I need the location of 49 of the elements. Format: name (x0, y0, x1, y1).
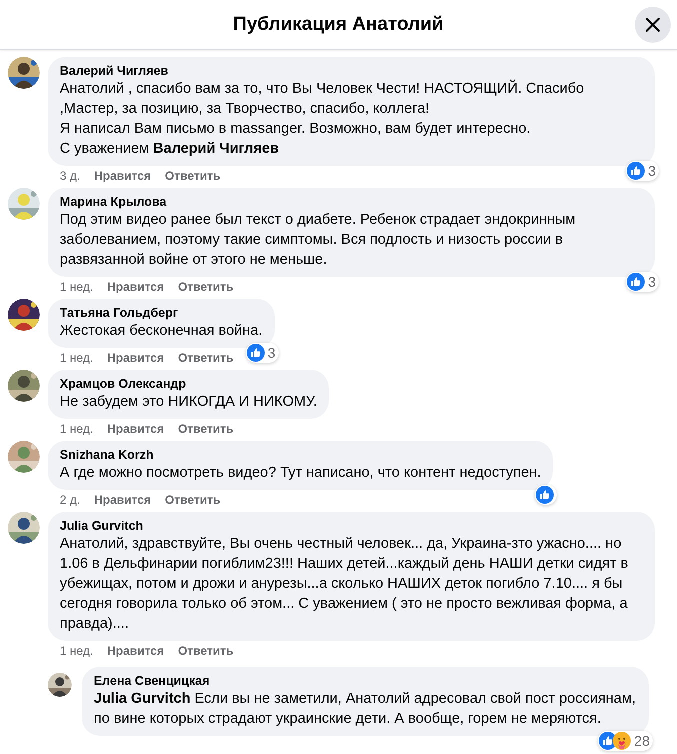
reaction-count[interactable]: 3 (626, 272, 659, 292)
timestamp: 2 д. (60, 492, 80, 508)
like-link[interactable]: Нравится (107, 350, 164, 366)
like-link[interactable]: Нравится (107, 421, 164, 437)
comment-text: Под этим видео ранее был текст о диабете. Ребенок страдает эндокринным заболеванием, поэтому такие симптомы. Вся подлость и низость россии в развязанной войне от этого не меньше. (60, 211, 577, 270)
comment-text: А где можно посмотреть видео? Тут написано, что контент недоступен. (60, 464, 542, 483)
reaction-count[interactable] (535, 485, 558, 505)
reply-link[interactable]: Ответить (178, 350, 234, 366)
author-name[interactable]: Храмцов Олександр (60, 376, 318, 392)
timestamp: 3 д. (60, 168, 80, 184)
count: 3 (268, 345, 276, 361)
like-icon (627, 162, 646, 180)
care-icon (613, 732, 632, 750)
timestamp: 1 нед. (60, 350, 94, 366)
close-icon (645, 17, 661, 33)
like-icon (246, 344, 265, 362)
comment-text: Анатолий , спасибо вам за то, что Вы Человек Чести! НАСТОЯЩИЙ. Спасибо ,Мастер, за позицию, за Творчество, спасибо, коллега! Я написал Вам письмо в massanger. Возможно, вам будет интересно. С уважением Валерий Чигляев (60, 79, 586, 159)
count: 28 (634, 733, 650, 749)
author-name[interactable]: Татьяна Гольдберг (60, 305, 263, 321)
comment-text: Julia Gurvitch Если вы не заметили, Анатолий адресовал свой пост россиянам, по вине которых страдают украинские дети. А вообще, горем не меряются. (94, 690, 637, 729)
timestamp: 1 нед. (60, 279, 94, 295)
author-name[interactable]: Snizhana Korzh (60, 447, 542, 463)
like-icon (627, 273, 646, 291)
author-name[interactable]: Валерий Чигляев (60, 63, 643, 79)
count: 3 (648, 163, 656, 179)
window-title: Публикация Анатолий (233, 14, 444, 36)
close-button[interactable] (635, 7, 671, 43)
like-link[interactable]: Нравится (107, 279, 164, 295)
author-name[interactable]: Елена Свенцицкая (94, 673, 637, 689)
reply-link[interactable]: Ответить (178, 643, 234, 659)
reaction-count[interactable]: 28 (598, 731, 653, 751)
reply-link[interactable]: Ответить (165, 492, 221, 508)
count: 3 (648, 274, 656, 290)
like-link[interactable]: Нравится (107, 643, 164, 659)
author-name[interactable]: Julia Gurvitch (60, 518, 643, 534)
comment-text: Анатолий, здравствуйте, Вы очень честный человек... да, Украина-зто ужасно.... но 1.06 в Дельфинарии погиблим23!!! Наших детей...каждый день НАШИ детки сидят в убежищах, потом и дрожи и анурезы...а сколько НАШИХ деток погибло 7.10.... я бы сегодня говорила только об этом... С уважением ( это не просто вежливая форма, а правда).... (60, 535, 630, 634)
like-icon (536, 486, 554, 504)
comment-text: Не забудем это НИКОГДА И НИКОМУ. (60, 393, 318, 412)
like-link[interactable]: Нравится (94, 168, 152, 184)
timestamp: 1 нед. (60, 421, 94, 437)
reaction-count[interactable]: 3 (626, 161, 659, 181)
comment-text: Жестокая бесконечная война. (60, 322, 263, 341)
timestamp: 1 нед. (60, 643, 94, 659)
reply-link[interactable]: Ответить (178, 421, 234, 437)
reply-link[interactable]: Ответить (165, 168, 221, 184)
like-link[interactable]: Нравится (94, 492, 152, 508)
reaction-count[interactable]: 3 (246, 343, 279, 363)
reply-link[interactable]: Ответить (178, 279, 234, 295)
author-name[interactable]: Марина Крылова (60, 194, 643, 210)
